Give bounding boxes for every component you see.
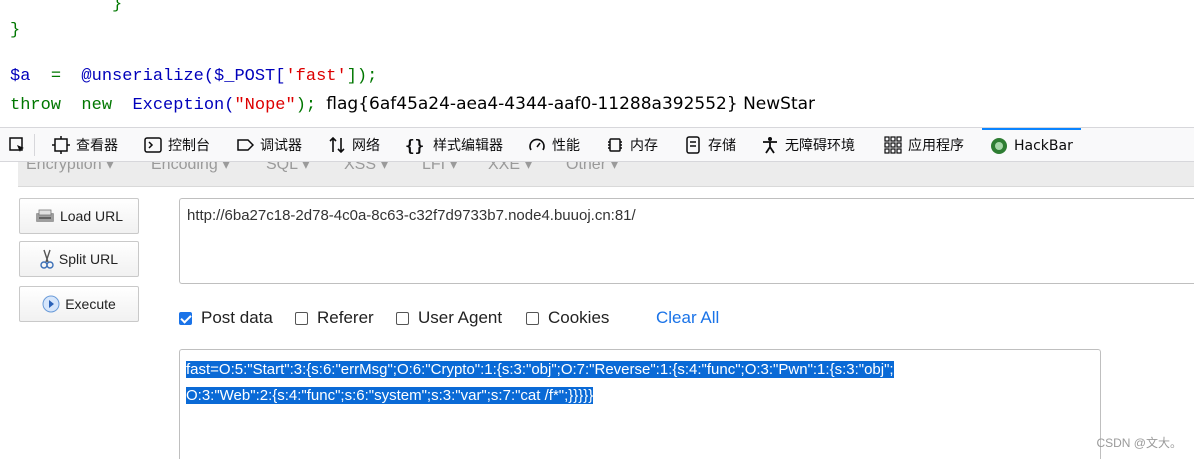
flag-output: flag{6af45a24-aea4-4344-aaf0-11288a39255… xyxy=(326,94,816,114)
cookies-checkbox[interactable] xyxy=(526,311,539,325)
execute-button[interactable]: Execute xyxy=(19,286,139,322)
menu-encoding[interactable]: Encoding ▾ xyxy=(151,162,230,174)
inspector-icon xyxy=(52,136,70,154)
var-a: $a xyxy=(10,67,31,86)
load-url-label: Load URL xyxy=(59,208,124,224)
tab-label: 调试器 xyxy=(260,138,302,154)
user-agent-label: User Agent xyxy=(418,308,503,327)
tab-label: 查看器 xyxy=(76,138,118,154)
console-icon xyxy=(144,137,162,153)
hackbar-panel: Encryption ▾ Encoding ▾ SQL ▾ XSS ▾ LFI … xyxy=(0,162,1194,459)
tab-label: 无障碍环境 xyxy=(785,138,855,154)
throw-keyword: throw xyxy=(10,96,62,115)
unserialize-call: @unserialize($_POST[ xyxy=(81,67,286,86)
debugger-icon xyxy=(237,139,254,151)
exception-class: Exception( xyxy=(132,96,235,115)
load-url-button[interactable]: Load URL xyxy=(19,198,139,234)
tab-label: 内存 xyxy=(630,138,658,154)
menu-sql[interactable]: SQL ▾ xyxy=(266,162,310,174)
exception-end: ); xyxy=(295,96,317,115)
post-data-textarea[interactable]: fast=O:5:"Start":3:{s:6:"errMsg";O:6:"Cr… xyxy=(179,349,1101,459)
toolbar-separator xyxy=(34,134,35,156)
style-editor-icon: {} xyxy=(405,136,425,155)
element-picker-icon xyxy=(9,137,24,152)
storage-icon xyxy=(686,136,700,154)
tab-memory[interactable]: 内存 xyxy=(606,128,658,162)
csdn-watermark: CSDN @文大。 xyxy=(1096,436,1182,450)
nope-string: "Nope" xyxy=(234,96,296,115)
code-line-unserialize: $a = @unserialize($_POST['fast']); xyxy=(10,66,377,88)
split-url-label: Split URL xyxy=(58,251,119,267)
menu-lfi[interactable]: LFI ▾ xyxy=(422,162,458,174)
post-data-line-2: O:3:"Web":2:{s:4:"func";s:6:"system";s:3… xyxy=(186,387,594,404)
play-icon xyxy=(42,295,60,313)
post-key: 'fast' xyxy=(285,67,347,86)
code-line-brace-outer: } xyxy=(10,21,21,40)
url-textarea[interactable]: http://6ba27c18-2d78-4c0a-8c63-c32f7d973… xyxy=(179,198,1194,284)
tab-label: 存储 xyxy=(708,138,736,154)
php-source-view: } } $a = @unserialize($_POST['fast']); t… xyxy=(0,0,1194,127)
tab-storage[interactable]: 存储 xyxy=(684,128,736,162)
user-agent-option[interactable]: User Agent xyxy=(396,308,502,328)
tab-label: 样式编辑器 xyxy=(433,138,503,154)
tab-label: 网络 xyxy=(352,138,380,154)
menu-encryption[interactable]: Encryption ▾ xyxy=(26,162,114,174)
tab-performance[interactable]: 性能 xyxy=(528,128,580,162)
hackbar-icon xyxy=(991,138,1007,154)
tab-label: 性能 xyxy=(552,138,580,154)
tab-style-editor[interactable]: {} 样式编辑器 xyxy=(405,128,503,162)
post-data-label: Post data xyxy=(201,308,273,327)
tab-label: 控制台 xyxy=(168,138,210,154)
code-line-brace-inner: } xyxy=(10,0,122,16)
clear-all-link[interactable]: Clear All xyxy=(656,308,719,328)
tab-console[interactable]: 控制台 xyxy=(144,128,210,162)
tab-hackbar[interactable]: HackBar xyxy=(982,128,1081,162)
tab-accessibility[interactable]: 无障碍环境 xyxy=(761,128,855,162)
assign-eq: = xyxy=(50,67,62,86)
tab-inspector[interactable]: 查看器 xyxy=(52,128,118,162)
element-picker-button[interactable] xyxy=(8,128,32,162)
menu-xss[interactable]: XSS ▾ xyxy=(344,162,389,174)
devtools-toolbar: 查看器 控制台 调试器 网络 {} 样式编辑器 性能 内存 存储 无障碍环境 应… xyxy=(0,127,1194,162)
cookies-label: Cookies xyxy=(548,308,610,327)
scissors-icon xyxy=(40,249,54,269)
referer-option[interactable]: Referer xyxy=(295,308,374,328)
brace-inner: } xyxy=(112,0,123,14)
menu-xxe[interactable]: XXE ▾ xyxy=(488,162,533,174)
load-url-icon xyxy=(35,209,54,222)
tab-debugger[interactable]: 调试器 xyxy=(236,128,302,162)
tab-label: HackBar xyxy=(1014,138,1073,154)
post-data-option[interactable]: Post data xyxy=(179,308,273,328)
menu-other[interactable]: Other ▾ xyxy=(566,162,619,174)
tab-application[interactable]: 应用程序 xyxy=(884,128,964,162)
referer-checkbox[interactable] xyxy=(295,311,308,325)
tab-label: 应用程序 xyxy=(908,138,964,154)
split-url-button[interactable]: Split URL xyxy=(19,241,139,277)
unserialize-end: ]); xyxy=(346,67,378,86)
tab-network[interactable]: 网络 xyxy=(328,128,380,162)
cookies-option[interactable]: Cookies xyxy=(526,308,609,328)
url-value: http://6ba27c18-2d78-4c0a-8c63-c32f7d973… xyxy=(187,207,636,224)
referer-label: Referer xyxy=(317,308,374,327)
application-icon xyxy=(884,136,902,154)
user-agent-checkbox[interactable] xyxy=(396,311,409,325)
new-keyword: new xyxy=(81,96,113,115)
execute-label: Execute xyxy=(65,296,116,312)
post-data-line-1: fast=O:5:"Start":3:{s:6:"errMsg";O:6:"Cr… xyxy=(186,361,894,378)
performance-icon xyxy=(529,138,545,151)
network-icon xyxy=(329,136,345,154)
hackbar-menu: Encryption ▾ Encoding ▾ SQL ▾ XSS ▾ LFI … xyxy=(18,162,1194,187)
accessibility-icon xyxy=(763,137,777,154)
post-data-checkbox[interactable] xyxy=(179,311,192,325)
code-line-throw: throw new Exception("Nope"); flag{6af45a… xyxy=(10,93,815,117)
memory-icon xyxy=(608,138,622,152)
